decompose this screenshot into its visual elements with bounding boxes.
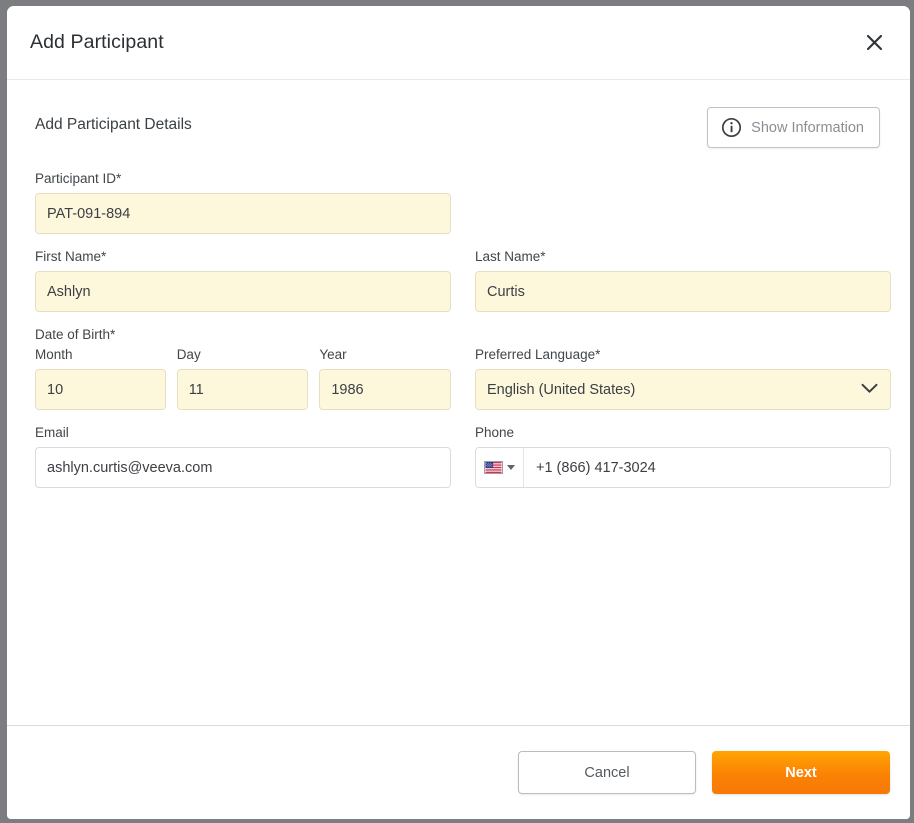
email-field: Email xyxy=(35,424,451,488)
dialog-header: Add Participant xyxy=(7,6,910,80)
email-input[interactable] xyxy=(35,447,451,488)
preferred-language-select[interactable] xyxy=(475,369,891,410)
date-of-birth-group: Month Day Year xyxy=(35,346,451,410)
show-information-label: Show Information xyxy=(751,119,864,136)
preferred-language-field: Preferred Language* xyxy=(475,346,891,410)
first-name-input[interactable] xyxy=(35,271,451,312)
dob-month-input[interactable] xyxy=(35,369,166,410)
phone-field: Phone xyxy=(475,424,891,488)
phone-country-selector[interactable] xyxy=(476,448,524,487)
participant-id-label: Participant ID* xyxy=(35,171,122,186)
us-flag-glyph xyxy=(484,461,503,474)
date-of-birth-label: Date of Birth* xyxy=(35,327,116,342)
phone-label: Phone xyxy=(475,425,515,440)
date-of-birth-field: Date of Birth* Month Day Year xyxy=(35,326,451,410)
preferred-language-value[interactable] xyxy=(475,369,891,410)
dob-day-label: Day xyxy=(176,347,201,362)
dob-day-input[interactable] xyxy=(176,369,309,410)
dob-year-input[interactable] xyxy=(319,369,451,410)
info-circle-icon xyxy=(721,117,742,138)
cancel-button[interactable]: Cancel xyxy=(518,751,696,794)
dialog-footer: Cancel Next xyxy=(7,725,910,819)
name-row: First Name* Last Name* xyxy=(35,248,897,312)
phone-number-input[interactable] xyxy=(524,448,890,487)
section-header-row: Add Participant Details Show Information xyxy=(28,80,889,148)
email-label: Email xyxy=(35,425,69,440)
dob-language-row: Date of Birth* Month Day Year xyxy=(35,326,897,410)
first-name-label: First Name* xyxy=(35,249,107,264)
last-name-input[interactable] xyxy=(475,271,891,312)
info-circle-glyph xyxy=(722,117,742,138)
phone-input-group xyxy=(475,447,891,488)
dob-month-field: Month xyxy=(35,346,166,410)
participant-id-row: Participant ID* xyxy=(35,170,897,234)
dob-day-field: Day xyxy=(176,346,309,410)
preferred-language-label: Preferred Language* xyxy=(475,347,601,362)
dob-year-field: Year xyxy=(319,346,451,410)
dob-year-label: Year xyxy=(319,347,347,362)
next-button[interactable]: Next xyxy=(712,751,890,794)
us-flag-icon xyxy=(484,461,503,474)
close-icon[interactable] xyxy=(859,28,889,58)
dialog-body: Add Participant Details Show Information… xyxy=(7,80,910,725)
last-name-field: Last Name* xyxy=(475,248,891,312)
caret-down-icon xyxy=(507,465,515,470)
dob-month-label: Month xyxy=(35,347,73,362)
last-name-label: Last Name* xyxy=(475,249,546,264)
add-participant-dialog: Add Participant Add Participant Details … xyxy=(7,6,910,819)
participant-id-field: Participant ID* xyxy=(35,170,451,234)
participant-form: Participant ID* First Name* Last Name* xyxy=(35,170,897,488)
show-information-button[interactable]: Show Information xyxy=(707,107,880,148)
email-phone-row: Email Phone xyxy=(35,424,897,488)
first-name-field: First Name* xyxy=(35,248,451,312)
close-glyph xyxy=(866,34,882,51)
participant-id-input[interactable] xyxy=(35,193,451,234)
dialog-title: Add Participant xyxy=(30,31,164,53)
section-heading: Add Participant Details xyxy=(35,116,192,133)
